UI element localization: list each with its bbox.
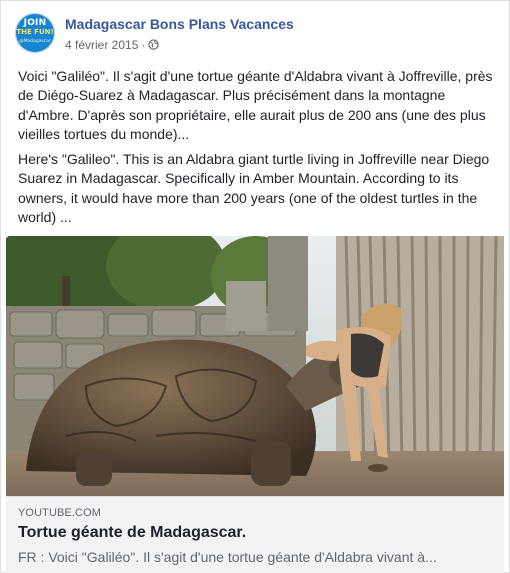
post-meta: 4 février 2015 · — [65, 38, 160, 52]
avatar-text-line3: @Madagascar — [19, 39, 51, 44]
video-thumbnail[interactable] — [6, 236, 504, 496]
link-preview[interactable]: YOUTUBE.COM Tortue géante de Madagascar.… — [6, 496, 504, 573]
post-text-french: Voici "Galiléo". Il s'agit d'une tortue … — [18, 68, 493, 142]
link-domain: YOUTUBE.COM — [18, 507, 101, 519]
meta-separator: · — [141, 38, 146, 52]
post-date[interactable]: 4 février 2015 — [65, 38, 138, 52]
post-text: Voici "Galiléo". Il s'agit d'une tortue … — [18, 67, 496, 233]
tortoise-photo — [6, 236, 504, 496]
page-name-link[interactable]: Madagascar Bons Plans Vacances — [65, 16, 294, 32]
globe-icon[interactable] — [148, 39, 160, 50]
post-text-english: Here's "Galileo". This is an Aldabra gia… — [18, 151, 490, 226]
post-card: JOIN THE FUN! @Madagascar Madagascar Bon… — [0, 0, 510, 573]
avatar-text-line1: JOIN — [23, 18, 47, 28]
avatar[interactable]: JOIN THE FUN! @Madagascar — [15, 13, 55, 53]
avatar-text-line2: THE FUN! — [16, 28, 54, 36]
link-description: FR : Voici "Galiléo". Il s'agit d'une to… — [18, 549, 437, 565]
link-title[interactable]: Tortue géante de Madagascar. — [18, 524, 246, 542]
post-header: JOIN THE FUN! @Madagascar Madagascar Bon… — [15, 13, 495, 59]
